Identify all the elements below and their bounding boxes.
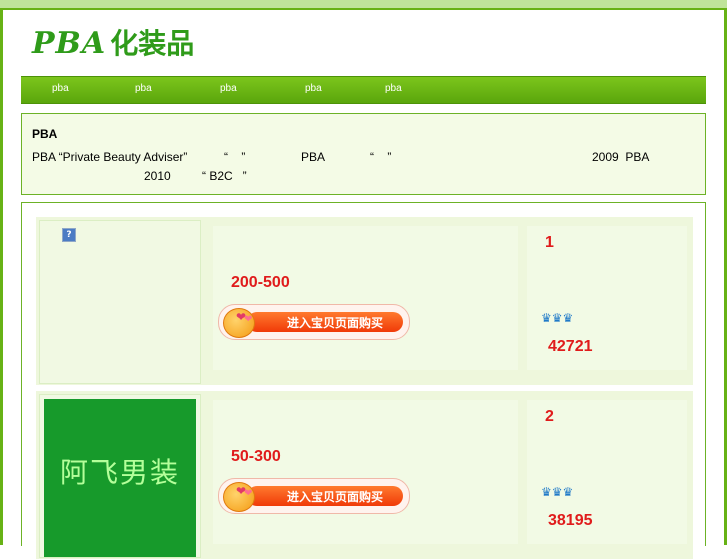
intro-text-2a: 2010	[144, 169, 171, 183]
crown-rating-icon: ♛♛♛	[541, 311, 574, 325]
sales-count: 42721	[548, 338, 593, 355]
nav-item-2[interactable]: pba	[135, 83, 152, 94]
intro-title: PBA	[32, 127, 58, 141]
logo-cjk: 化装品	[110, 27, 195, 60]
intro-text-1b: “ ”	[224, 150, 246, 164]
nav-bar: pba pba pba pba pba	[21, 76, 706, 104]
top-border	[0, 8, 727, 10]
heart-badge-icon: ❤ ❤	[223, 482, 255, 512]
shop-row: 阿飞男装 50-300 进入宝贝页面购买 ❤ ❤ 2 ♛♛♛ 38195	[36, 391, 693, 559]
shop-stats: 2 ♛♛♛ 38195	[527, 400, 687, 544]
top-strip	[0, 0, 727, 8]
buy-button[interactable]: 进入宝贝页面购买 ❤ ❤	[218, 304, 410, 340]
broken-image-icon: ?	[62, 228, 76, 242]
buy-button-label: 进入宝贝页面购买	[287, 490, 384, 504]
buy-button-bar: 进入宝贝页面购买	[247, 312, 403, 332]
intro-text-1a: PBA “Private Beauty Adviser”	[32, 150, 188, 164]
price-range: 50-300	[231, 448, 281, 465]
rank-number: 2	[545, 408, 554, 425]
heart-icon-small: ❤	[244, 488, 253, 499]
heart-badge-icon: ❤ ❤	[223, 308, 255, 338]
crown-rating-icon: ♛♛♛	[541, 485, 574, 499]
shop-info: 200-500 进入宝贝页面购买 ❤ ❤	[213, 226, 518, 370]
shop-row: ? 200-500 进入宝贝页面购买 ❤ ❤ 1 ♛♛♛ 42721	[36, 217, 693, 385]
buy-button[interactable]: 进入宝贝页面购买 ❤ ❤	[218, 478, 410, 514]
intro-text-2b: “ B2C ”	[202, 169, 247, 183]
shop-thumbnail[interactable]: ?	[39, 220, 201, 384]
nav-item-4[interactable]: pba	[305, 83, 322, 94]
intro-text-1d: “ ”	[370, 150, 392, 164]
shop-logo-image: 阿飞男装	[44, 399, 196, 557]
intro-box: PBA PBA “Private Beauty Adviser” “ ” PBA…	[21, 113, 706, 195]
buy-button-bar: 进入宝贝页面购买	[247, 486, 403, 506]
shop-logo-text: 阿飞男装	[59, 456, 180, 489]
logo-latin: PBA	[32, 26, 107, 61]
price-range: 200-500	[231, 274, 290, 291]
nav-item-1[interactable]: pba	[52, 83, 69, 94]
frame-left	[0, 10, 3, 545]
intro-text-1c: PBA	[301, 150, 326, 164]
intro-text-1e: 2009 PBA	[592, 150, 650, 164]
site-logo[interactable]: PBA 化装品	[32, 22, 194, 62]
shop-thumbnail[interactable]: 阿飞男装	[39, 394, 201, 558]
shop-info: 50-300 进入宝贝页面购买 ❤ ❤	[213, 400, 518, 544]
buy-button-label: 进入宝贝页面购买	[287, 316, 384, 330]
nav-item-3[interactable]: pba	[220, 83, 237, 94]
shop-list: ? 200-500 进入宝贝页面购买 ❤ ❤ 1 ♛♛♛ 42721 阿飞男装	[21, 202, 706, 559]
sales-count: 38195	[548, 512, 593, 529]
heart-icon-small: ❤	[244, 314, 253, 325]
nav-item-5[interactable]: pba	[385, 83, 402, 94]
shop-stats: 1 ♛♛♛ 42721	[527, 226, 687, 370]
rank-number: 1	[545, 234, 554, 251]
